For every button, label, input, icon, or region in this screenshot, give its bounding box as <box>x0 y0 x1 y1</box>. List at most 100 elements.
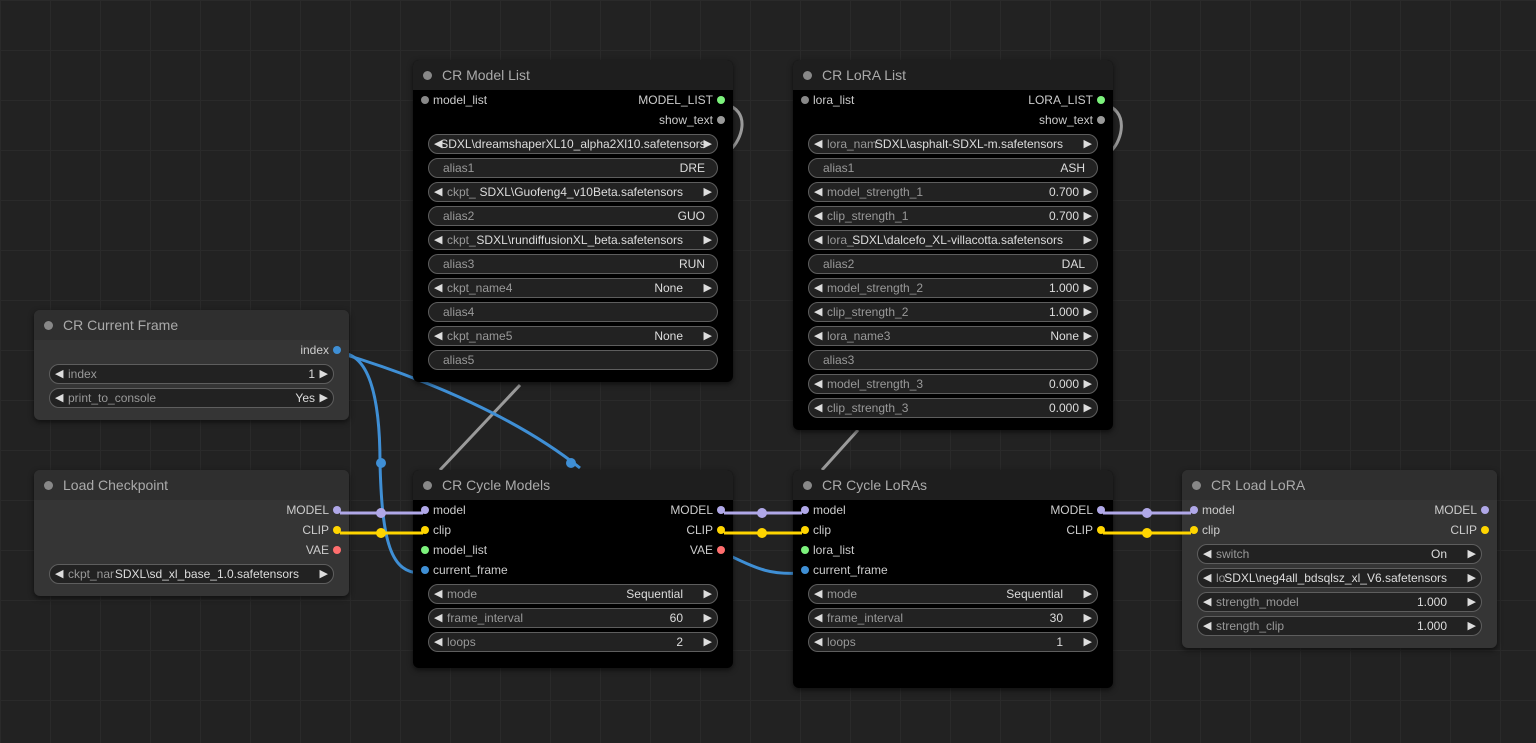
node-title[interactable]: CR LoRA List <box>793 60 1113 90</box>
widget-lora-name[interactable]: ◀ lo SDXL\neg4all_bdsqlsz_xl_V6.safetensor… <box>1197 568 1482 588</box>
output-slot-model[interactable]: MODEL <box>670 500 725 520</box>
output-slot-vae[interactable]: VAE <box>690 540 725 560</box>
widget-ckpt-name[interactable]: ◀ ckpt_nar SDXL\sd_xl_base_1.0.safetensors… <box>49 564 334 584</box>
arrow-left-icon[interactable]: ◀ <box>55 565 63 583</box>
arrow-right-icon[interactable]: ▶ <box>1084 327 1092 345</box>
widget-frame-interval[interactable]: ◀ frame_interval 30 ▶ <box>808 608 1098 628</box>
node-cr-model-list[interactable]: CR Model List model_list MODEL_LIST show… <box>413 60 733 382</box>
widget-ckpt-name2[interactable]: ◀ ckpt_ SDXL\Guofeng4_v10Beta.safetensors ▶ <box>428 182 718 202</box>
widget-lora-name1[interactable]: ◀ lora_nam SDXL\asphalt-SDXL-m.safetensors… <box>808 134 1098 154</box>
arrow-right-icon[interactable]: ▶ <box>1084 207 1092 225</box>
node-load-checkpoint[interactable]: Load Checkpoint MODEL CLIP VAE ◀ ckpt_nar… <box>34 470 349 596</box>
arrow-left-icon[interactable]: ◀ <box>814 303 822 321</box>
node-cr-current-frame[interactable]: CR Current Frame index ◀ index 1 ▶ ◀ print_t… <box>34 310 349 420</box>
arrow-right-icon[interactable]: ▶ <box>320 565 328 583</box>
widget-alias5[interactable]: alias5 <box>428 350 718 370</box>
widget-strength-clip[interactable]: ◀ strength_clip 1.000 ▶ <box>1197 616 1482 636</box>
arrow-left-icon[interactable]: ◀ <box>814 183 822 201</box>
widget-loops[interactable]: ◀ loops 2 ▶ <box>428 632 718 652</box>
widget-clip-strength-3[interactable]: ◀ clip_strength_3 0.000 ▶ <box>808 398 1098 418</box>
arrow-right-icon[interactable]: ▶ <box>1084 399 1092 417</box>
collapse-dot-icon[interactable] <box>423 71 432 80</box>
output-slot-clip[interactable]: CLIP <box>1450 520 1489 540</box>
arrow-left-icon[interactable]: ◀ <box>434 585 442 603</box>
node-cr-cycle-models[interactable]: CR Cycle Models model MODEL clip CLIP mo… <box>413 470 733 668</box>
input-slot-lora-list[interactable]: lora_list <box>801 540 854 560</box>
arrow-right-icon[interactable]: ▶ <box>704 135 712 153</box>
arrow-right-icon[interactable]: ▶ <box>320 365 328 383</box>
widget-mode[interactable]: ◀ mode Sequential ▶ <box>808 584 1098 604</box>
output-slot-clip[interactable]: CLIP <box>302 520 341 540</box>
output-slot-index[interactable]: index <box>300 340 341 360</box>
widget-loops[interactable]: ◀ loops 1 ▶ <box>808 632 1098 652</box>
widget-lora-name2[interactable]: ◀ lora_ SDXL\dalcefo_XL-villacotta.safeten… <box>808 230 1098 250</box>
arrow-right-icon[interactable]: ▶ <box>1084 303 1092 321</box>
arrow-right-icon[interactable]: ▶ <box>1468 617 1476 635</box>
arrow-left-icon[interactable]: ◀ <box>434 633 442 651</box>
arrow-left-icon[interactable]: ◀ <box>814 231 822 249</box>
output-slot-vae[interactable]: VAE <box>306 540 341 560</box>
node-title[interactable]: CR Current Frame <box>34 310 349 340</box>
input-slot-model[interactable]: model <box>421 500 466 520</box>
arrow-right-icon[interactable]: ▶ <box>1084 609 1092 627</box>
collapse-dot-icon[interactable] <box>1192 481 1201 490</box>
arrow-right-icon[interactable]: ▶ <box>704 633 712 651</box>
arrow-right-icon[interactable]: ▶ <box>1468 545 1476 563</box>
arrow-right-icon[interactable]: ▶ <box>704 183 712 201</box>
arrow-left-icon[interactable]: ◀ <box>814 585 822 603</box>
arrow-left-icon[interactable]: ◀ <box>1203 593 1211 611</box>
arrow-left-icon[interactable]: ◀ <box>55 365 63 383</box>
node-cr-cycle-loras[interactable]: CR Cycle LoRAs model MODEL clip CLIP lor… <box>793 470 1113 688</box>
input-slot-current-frame[interactable]: current_frame <box>421 560 508 580</box>
arrow-right-icon[interactable]: ▶ <box>704 279 712 297</box>
arrow-right-icon[interactable]: ▶ <box>1084 279 1092 297</box>
input-slot-clip[interactable]: clip <box>421 520 451 540</box>
widget-lora-name3[interactable]: ◀ lora_name3 None ▶ <box>808 326 1098 346</box>
node-title[interactable]: CR Cycle LoRAs <box>793 470 1113 500</box>
input-slot-lora-list[interactable]: lora_list <box>801 90 854 110</box>
widget-alias4[interactable]: alias4 <box>428 302 718 322</box>
arrow-left-icon[interactable]: ◀ <box>55 389 63 407</box>
arrow-right-icon[interactable]: ▶ <box>1084 633 1092 651</box>
arrow-right-icon[interactable]: ▶ <box>704 609 712 627</box>
collapse-dot-icon[interactable] <box>423 481 432 490</box>
arrow-right-icon[interactable]: ▶ <box>1084 585 1092 603</box>
arrow-left-icon[interactable]: ◀ <box>814 327 822 345</box>
widget-alias2[interactable]: alias2 GUO <box>428 206 718 226</box>
widget-model-strength-3[interactable]: ◀ model_strength_3 0.000 ▶ <box>808 374 1098 394</box>
output-slot-model-list[interactable]: MODEL_LIST <box>638 90 725 110</box>
node-title[interactable]: CR Cycle Models <box>413 470 733 500</box>
widget-strength-model[interactable]: ◀ strength_model 1.000 ▶ <box>1197 592 1482 612</box>
arrow-left-icon[interactable]: ◀ <box>1203 545 1211 563</box>
arrow-left-icon[interactable]: ◀ <box>814 207 822 225</box>
arrow-left-icon[interactable]: ◀ <box>1203 569 1211 587</box>
output-slot-model[interactable]: MODEL <box>1050 500 1105 520</box>
node-title[interactable]: CR Model List <box>413 60 733 90</box>
widget-model-strength-1[interactable]: ◀ model_strength_1 0.700 ▶ <box>808 182 1098 202</box>
arrow-right-icon[interactable]: ▶ <box>1468 593 1476 611</box>
output-slot-lora-list[interactable]: LORA_LIST <box>1028 90 1105 110</box>
output-slot-model[interactable]: MODEL <box>286 500 341 520</box>
arrow-left-icon[interactable]: ◀ <box>434 327 442 345</box>
widget-alias3[interactable]: alias3 RUN <box>428 254 718 274</box>
arrow-left-icon[interactable]: ◀ <box>434 279 442 297</box>
widget-frame-interval[interactable]: ◀ frame_interval 60 ▶ <box>428 608 718 628</box>
input-slot-model[interactable]: model <box>1190 500 1235 520</box>
arrow-left-icon[interactable]: ◀ <box>434 609 442 627</box>
arrow-right-icon[interactable]: ▶ <box>704 327 712 345</box>
input-slot-model-list[interactable]: model_list <box>421 90 487 110</box>
widget-alias2[interactable]: alias2 DAL <box>808 254 1098 274</box>
output-slot-clip[interactable]: CLIP <box>686 520 725 540</box>
collapse-dot-icon[interactable] <box>803 71 812 80</box>
widget-ckpt-name5[interactable]: ◀ ckpt_name5 None ▶ <box>428 326 718 346</box>
arrow-left-icon[interactable]: ◀ <box>1203 617 1211 635</box>
collapse-dot-icon[interactable] <box>44 321 53 330</box>
arrow-left-icon[interactable]: ◀ <box>814 375 822 393</box>
output-slot-show-text[interactable]: show_text <box>659 110 725 130</box>
widget-switch[interactable]: ◀ switch On ▶ <box>1197 544 1482 564</box>
arrow-right-icon[interactable]: ▶ <box>704 231 712 249</box>
widget-alias1[interactable]: alias1 DRE <box>428 158 718 178</box>
arrow-right-icon[interactable]: ▶ <box>1084 135 1092 153</box>
arrow-right-icon[interactable]: ▶ <box>704 585 712 603</box>
arrow-right-icon[interactable]: ▶ <box>1084 375 1092 393</box>
